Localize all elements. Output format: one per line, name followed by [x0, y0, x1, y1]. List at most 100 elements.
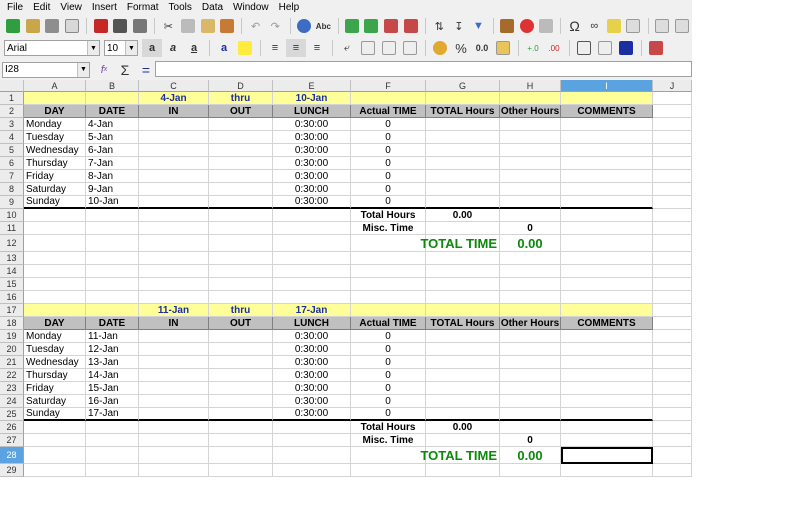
column-title-comments[interactable]: COMMENTS	[561, 105, 653, 118]
freeze-icon[interactable]	[672, 17, 691, 35]
other-hours-cell[interactable]	[500, 330, 561, 343]
column-header-i[interactable]: I	[561, 80, 653, 92]
column-header-h[interactable]: H	[500, 80, 561, 92]
title-cell[interactable]	[24, 304, 86, 317]
day-cell[interactable]: Monday	[24, 118, 86, 131]
title-cell[interactable]	[561, 92, 653, 105]
row-header-17[interactable]: 17	[0, 304, 24, 317]
total-hours-cell[interactable]	[426, 183, 500, 196]
empty-cell[interactable]	[139, 235, 209, 252]
other-hours-cell[interactable]	[500, 196, 561, 209]
menu-item-help[interactable]: Help	[274, 0, 305, 15]
empty-cell[interactable]	[653, 222, 692, 235]
empty-cell[interactable]	[426, 222, 500, 235]
column-title-day[interactable]: DAY	[24, 317, 86, 330]
empty-cell[interactable]	[24, 278, 86, 291]
empty-cell[interactable]	[653, 157, 692, 170]
comment-icon[interactable]	[605, 17, 624, 35]
other-hours-cell[interactable]	[500, 382, 561, 395]
empty-cell[interactable]	[426, 265, 500, 278]
highlight-icon[interactable]	[235, 39, 255, 57]
empty-cell[interactable]	[139, 421, 209, 434]
total-hours-cell[interactable]	[426, 157, 500, 170]
date-cell[interactable]: 9-Jan	[86, 183, 139, 196]
empty-cell[interactable]	[561, 222, 653, 235]
date-format-icon[interactable]	[493, 39, 513, 57]
day-cell[interactable]: Tuesday	[24, 131, 86, 144]
other-hours-cell[interactable]	[500, 170, 561, 183]
pivot-table-icon[interactable]	[537, 17, 556, 35]
empty-cell[interactable]	[24, 235, 86, 252]
empty-cell[interactable]	[351, 252, 426, 265]
empty-cell[interactable]	[86, 447, 139, 464]
day-cell[interactable]: Thursday	[24, 157, 86, 170]
day-cell[interactable]: Saturday	[24, 395, 86, 408]
empty-cell[interactable]	[273, 434, 351, 447]
empty-cell[interactable]	[561, 278, 653, 291]
column-title-date[interactable]: DATE	[86, 317, 139, 330]
total-hours-cell[interactable]	[426, 131, 500, 144]
total-hours-cell[interactable]	[426, 144, 500, 157]
lunch-cell[interactable]: 0:30:00	[273, 408, 351, 421]
percent-icon[interactable]: %	[451, 39, 471, 57]
start-date-label[interactable]: 11-Jan	[139, 304, 209, 317]
font-size-box[interactable]: 10 ▼	[104, 40, 138, 56]
email-icon[interactable]	[63, 17, 82, 35]
row-header-13[interactable]: 13	[0, 252, 24, 265]
empty-cell[interactable]	[653, 356, 692, 369]
empty-cell[interactable]	[351, 278, 426, 291]
comments-cell[interactable]	[561, 343, 653, 356]
empty-cell[interactable]	[86, 209, 139, 222]
empty-cell[interactable]	[273, 209, 351, 222]
header-footer-icon[interactable]	[624, 17, 643, 35]
row-header-19[interactable]: 19	[0, 330, 24, 343]
empty-cell[interactable]	[351, 291, 426, 304]
empty-cell[interactable]	[500, 421, 561, 434]
title-cell[interactable]	[86, 304, 139, 317]
out-cell[interactable]	[209, 369, 273, 382]
actual-time-cell[interactable]: 0	[351, 395, 426, 408]
total-time-label[interactable]: TOTAL TIME	[351, 447, 500, 464]
formula-input[interactable]	[155, 61, 692, 77]
empty-cell[interactable]	[86, 222, 139, 235]
lunch-cell[interactable]: 0:30:00	[273, 157, 351, 170]
column-title-lunch[interactable]: LUNCH	[273, 317, 351, 330]
other-hours-cell[interactable]	[500, 395, 561, 408]
row-header-15[interactable]: 15	[0, 278, 24, 291]
empty-cell[interactable]	[653, 196, 692, 209]
empty-cell[interactable]	[139, 278, 209, 291]
date-cell[interactable]: 15-Jan	[86, 382, 139, 395]
empty-cell[interactable]	[500, 464, 561, 477]
sort-ascending-icon[interactable]: ↧	[450, 17, 469, 35]
total-hours-cell[interactable]	[426, 330, 500, 343]
total-hours-value[interactable]: 0.00	[426, 209, 500, 222]
function-wizard-icon[interactable]: fx	[94, 61, 114, 79]
empty-cell[interactable]	[24, 209, 86, 222]
column-title-total-hours[interactable]: TOTAL Hours	[426, 317, 500, 330]
borders-icon[interactable]	[574, 39, 594, 57]
empty-cell[interactable]	[139, 209, 209, 222]
bold-icon[interactable]: a	[142, 39, 162, 57]
column-icon[interactable]	[362, 17, 381, 35]
actual-time-cell[interactable]: 0	[351, 196, 426, 209]
empty-cell[interactable]	[653, 183, 692, 196]
row-header-2[interactable]: 2	[0, 105, 24, 118]
column-title-actual-time[interactable]: Actual TIME	[351, 105, 426, 118]
date-cell[interactable]: 12-Jan	[86, 343, 139, 356]
delete-decimal-icon[interactable]: .00	[544, 39, 564, 57]
other-hours-cell[interactable]	[500, 369, 561, 382]
empty-cell[interactable]	[500, 278, 561, 291]
hyperlink-icon[interactable]: ∞	[585, 17, 604, 35]
define-print-area-icon[interactable]	[653, 17, 672, 35]
row-header-29[interactable]: 29	[0, 464, 24, 477]
end-date-label[interactable]: 17-Jan	[273, 304, 351, 317]
date-cell[interactable]: 16-Jan	[86, 395, 139, 408]
menu-item-insert[interactable]: Insert	[87, 0, 122, 15]
column-title-comments[interactable]: COMMENTS	[561, 317, 653, 330]
empty-cell[interactable]	[653, 209, 692, 222]
lunch-cell[interactable]: 0:30:00	[273, 356, 351, 369]
empty-cell[interactable]	[209, 464, 273, 477]
actual-time-cell[interactable]: 0	[351, 144, 426, 157]
lunch-cell[interactable]: 0:30:00	[273, 330, 351, 343]
empty-cell[interactable]	[273, 265, 351, 278]
